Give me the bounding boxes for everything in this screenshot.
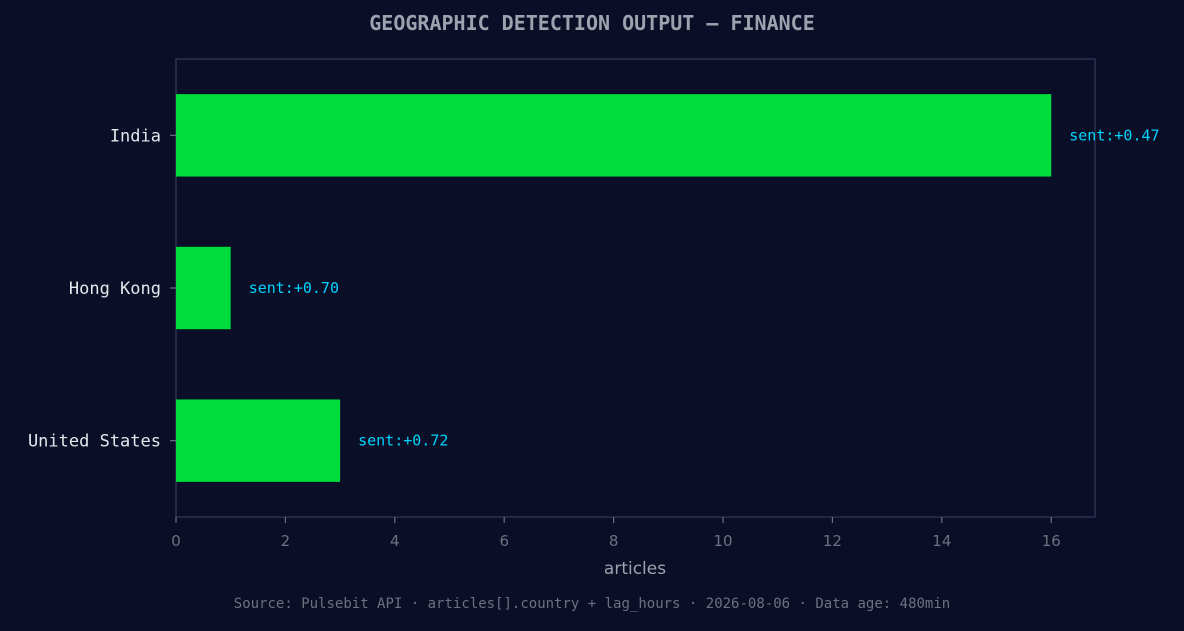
chart-title: GEOGRAPHIC DETECTION OUTPUT — FINANCE <box>369 11 815 35</box>
bar-united-states <box>176 399 341 482</box>
x-tick-label: 4 <box>390 532 400 550</box>
x-tick-label: 14 <box>932 532 951 550</box>
bar-india <box>176 94 1052 177</box>
y-tick-label: Hong Kong <box>69 279 161 299</box>
bar-data-label: sent:+0.47 <box>1069 126 1159 144</box>
x-tick-label: 8 <box>609 532 619 550</box>
source-footnote: Source: Pulsebit API · articles[].countr… <box>234 596 950 612</box>
bar-data-label: sent:+0.70 <box>249 279 339 297</box>
x-tick-label: 12 <box>823 532 842 550</box>
plot-area: India sent:+0.47 Hong Kong sent:+0.70 United… <box>28 58 1160 550</box>
x-tick-label: 10 <box>713 532 732 550</box>
x-tick-label: 0 <box>171 532 181 550</box>
x-tick-label: 2 <box>281 532 291 550</box>
y-tick-label: India <box>110 126 161 146</box>
x-tick-label: 16 <box>1042 532 1061 550</box>
bar-chart: GEOGRAPHIC DETECTION OUTPUT — FINANCE In… <box>28 11 1160 612</box>
y-tick-label: United States <box>28 432 161 452</box>
bar-hong-kong <box>176 246 231 330</box>
x-axis-label: articles <box>604 559 666 579</box>
chart-container: GEOGRAPHIC DETECTION OUTPUT — FINANCE In… <box>0 0 1184 626</box>
bar-data-label: sent:+0.72 <box>358 432 448 450</box>
x-tick-label: 6 <box>499 532 509 550</box>
